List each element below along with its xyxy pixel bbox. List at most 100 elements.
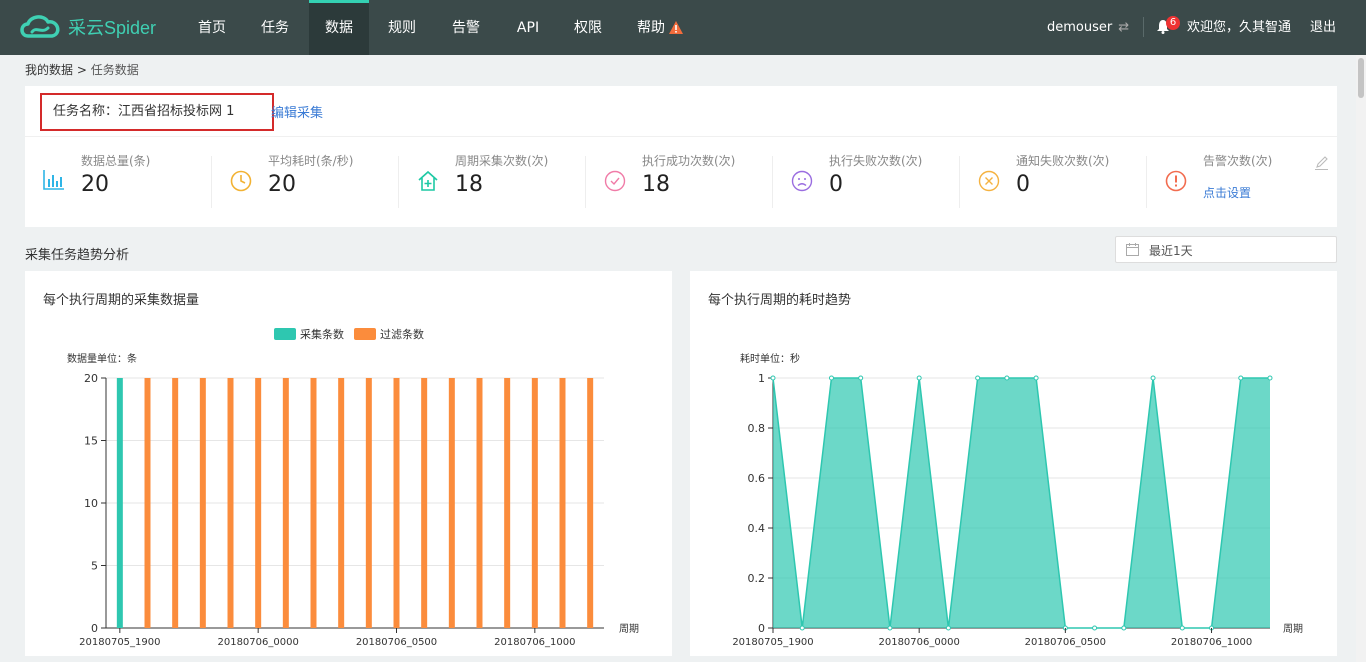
bar — [448, 378, 455, 628]
chart-card-duration-trend: 每个执行周期的耗时趋势 耗时单位：秒 0 0.2 0.4 0.6 0.8 1 20180705… — [690, 271, 1337, 656]
nav-data[interactable]: 数据 — [309, 0, 369, 55]
home-plus-icon — [418, 170, 438, 191]
data-point — [1092, 625, 1098, 631]
bar — [199, 378, 206, 628]
data-point — [1004, 375, 1010, 381]
bar — [421, 378, 428, 628]
scrollbar-thumb[interactable] — [1358, 58, 1364, 98]
bar-chart-icon — [43, 170, 64, 190]
nav-help[interactable]: 帮助 — [625, 0, 695, 55]
nav-help-label: 帮助 — [637, 20, 665, 36]
stat-value: 20 — [268, 172, 296, 197]
app-title: 采云Spider — [68, 18, 157, 38]
user-switch[interactable]: demouser ⇄ — [1047, 0, 1129, 55]
sad-face-icon — [791, 170, 813, 192]
date-range-value: 最近1天 — [1149, 244, 1193, 258]
swap-icon: ⇄ — [1118, 20, 1130, 35]
data-point — [799, 625, 805, 631]
y-tick-label: 0 — [758, 622, 765, 635]
x-tick-label: 20180706_1000 — [494, 637, 575, 648]
alert-circle-icon — [1165, 170, 1187, 192]
bar — [476, 378, 483, 628]
stat-label: 执行成功次数(次) — [642, 154, 736, 168]
divider — [1143, 17, 1144, 37]
legend-swatch — [274, 328, 296, 340]
bar — [338, 378, 345, 628]
stat-avg-time: 平均耗时(条/秒) 20 — [212, 150, 399, 210]
nav-api[interactable]: API — [499, 0, 557, 55]
legend-label: 采集条数 — [300, 327, 344, 341]
stat-value: 18 — [642, 172, 670, 197]
stat-value: 0 — [829, 172, 843, 197]
data-point — [770, 375, 776, 381]
x-circle-icon — [978, 170, 1000, 192]
bar — [559, 378, 566, 628]
bar — [172, 378, 179, 628]
check-circle-icon — [604, 170, 626, 192]
y-axis-label: 数据量单位：条 — [67, 352, 137, 365]
welcome-text: 欢迎您，久其智通 — [1187, 20, 1292, 35]
stat-value: 20 — [81, 172, 109, 197]
x-axis-label: 周期 — [619, 623, 639, 635]
bar — [365, 378, 372, 628]
data-point — [1267, 375, 1273, 381]
logout-link[interactable]: 退出 — [1310, 0, 1336, 55]
bar — [504, 378, 511, 628]
y-tick-label: 0.2 — [748, 572, 766, 585]
data-point — [975, 375, 981, 381]
data-point — [858, 375, 864, 381]
data-point — [887, 625, 893, 631]
data-point — [1033, 375, 1039, 381]
x-tick-label: 20180706_0500 — [356, 637, 437, 648]
divider — [25, 136, 1337, 137]
app-logo[interactable]: 采云Spider — [18, 12, 156, 42]
y-tick-label: 0.8 — [748, 422, 766, 435]
username: demouser — [1047, 20, 1113, 35]
nav-permissions[interactable]: 权限 — [559, 0, 617, 55]
stat-value: 0 — [1016, 172, 1030, 197]
data-point — [916, 375, 922, 381]
scrollbar-track[interactable] — [1356, 55, 1366, 662]
data-point — [1121, 625, 1127, 631]
calendar-icon — [1126, 243, 1139, 256]
nav-rules[interactable]: 规则 — [373, 0, 431, 55]
x-axis-label: 周期 — [1283, 623, 1303, 635]
y-tick-label: 1 — [758, 372, 765, 385]
stat-value: 18 — [455, 172, 483, 197]
x-tick-label: 20180705_1900 — [732, 637, 813, 648]
stat-total-data: 数据总量(条) 20 — [25, 150, 212, 210]
bar — [227, 378, 234, 628]
stat-label: 数据总量(条) — [81, 154, 151, 168]
nav-alerts[interactable]: 告警 — [437, 0, 495, 55]
alert-settings-link[interactable]: 点击设置 — [1203, 184, 1251, 201]
bar — [587, 378, 594, 628]
stat-label: 周期采集次数(次) — [455, 154, 549, 168]
bar — [393, 378, 400, 628]
y-axis-label: 耗时单位：秒 — [740, 352, 800, 365]
bar — [310, 378, 317, 628]
breadcrumb: 我的数据 > 任务数据 — [25, 61, 139, 78]
top-nav: 采云Spider 首页 任务 数据 规则 告警 API 权限 帮助 demous… — [0, 0, 1366, 55]
task-summary-panel: 任务名称：江西省招标投标网 1 编辑采集 数据总量(条) 20 平均耗时(条/秒… — [25, 86, 1337, 227]
pencil-icon[interactable] — [1315, 156, 1328, 170]
chart-card-data-volume: 每个执行周期的采集数据量 采集条数 过滤条数 数据量单位：条 0 5 10 15 20 2018… — [25, 271, 672, 656]
y-tick-label: 5 — [91, 560, 98, 573]
data-point — [1150, 375, 1156, 381]
date-range-picker[interactable]: 最近1天 — [1115, 236, 1337, 263]
nav-home[interactable]: 首页 — [183, 0, 241, 55]
nav-tasks[interactable]: 任务 — [246, 0, 304, 55]
x-tick-label: 20180706_1000 — [1171, 637, 1252, 648]
task-name: 任务名称：江西省招标投标网 1 — [40, 93, 274, 131]
bar — [144, 378, 151, 628]
edit-collect-link[interactable]: 编辑采集 — [271, 102, 323, 121]
data-point — [1179, 625, 1185, 631]
area-chart: 耗时单位：秒 0 0.2 0.4 0.6 0.8 1 20180705_1900 2018070… — [732, 352, 1303, 648]
legend-label: 过滤条数 — [380, 327, 424, 341]
legend-swatch — [354, 328, 376, 340]
y-tick-label: 0.4 — [748, 522, 766, 535]
clock-icon — [230, 170, 252, 192]
y-tick-label: 20 — [84, 372, 98, 385]
stat-label: 告警次数(次) — [1203, 154, 1273, 168]
bar — [531, 378, 538, 628]
breadcrumb-root[interactable]: 我的数据 — [25, 63, 73, 77]
